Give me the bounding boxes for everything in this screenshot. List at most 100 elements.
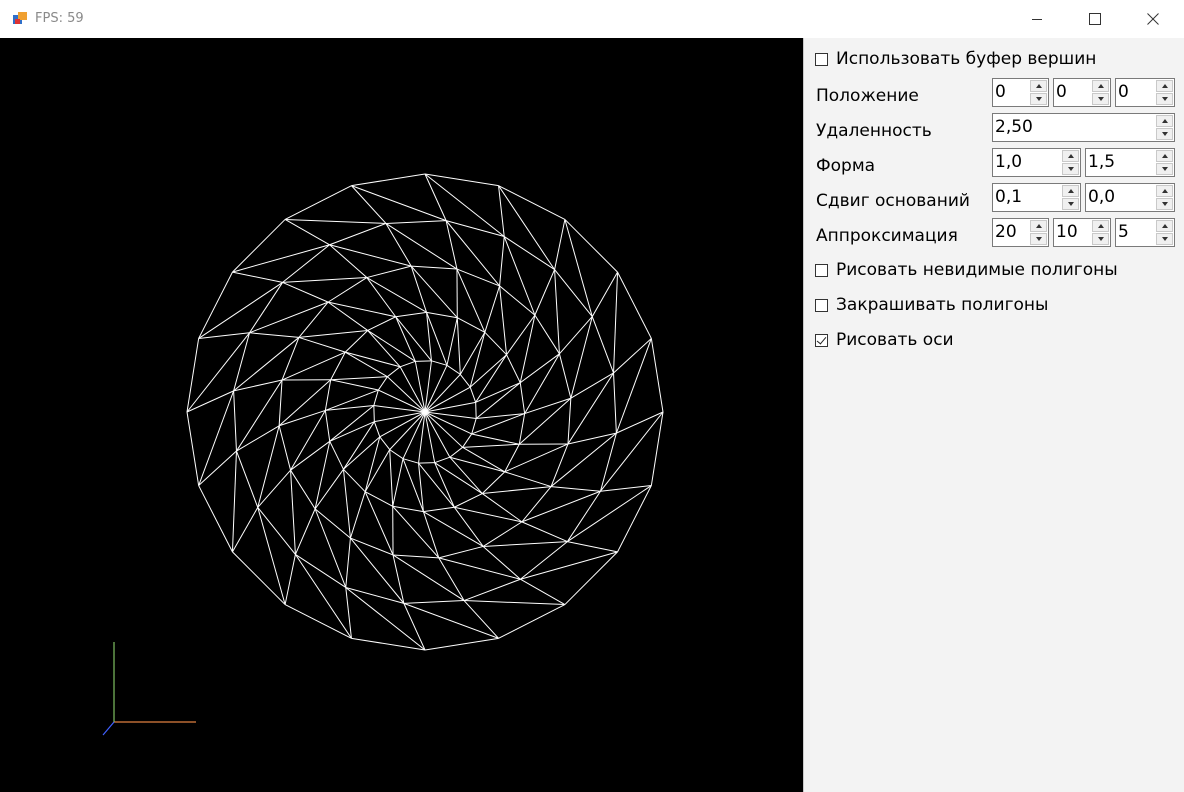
wire-edge [364,491,393,507]
wire-edge [290,470,296,555]
wire-edge [232,271,283,283]
approximation-b-input[interactable]: 10 [1053,218,1111,247]
draw-hidden-checkbox[interactable]: Рисовать невидимые полигоны [815,260,1118,280]
wire-edge [393,554,439,559]
checkbox-box[interactable] [815,263,828,277]
spin-down-button[interactable] [1062,163,1079,175]
spin-up-button[interactable] [1156,220,1173,232]
base-shift-b-input[interactable]: 0,0 [1085,183,1175,212]
spin-up-button[interactable] [1156,80,1173,92]
wire-edge [462,443,520,448]
checkbox-box[interactable] [815,52,828,66]
wire-edge [329,441,344,470]
wire-edge [389,449,404,460]
minimize-button[interactable] [1008,0,1066,38]
shape-label: Форма [816,156,876,176]
wire-edge [524,353,560,414]
wire-edge [498,185,555,270]
render-viewport[interactable] [0,38,803,792]
position-y-input[interactable]: 0 [1053,78,1111,107]
spin-down-button[interactable] [1156,128,1173,140]
wire-edge [232,507,259,553]
wire-edge [282,277,367,283]
wire-edge [385,220,447,224]
wire-edge [599,432,617,492]
wire-edge [366,277,397,318]
wire-edge [558,353,572,399]
use-vertex-buffer-checkbox[interactable]: Использовать буфер вершин [815,49,1096,69]
spin-up-button[interactable] [1156,185,1173,197]
distance-input[interactable]: 2,50 [992,113,1175,142]
spin-up-button[interactable] [1062,185,1079,197]
spin-down-button[interactable] [1030,93,1047,105]
spin-down-button[interactable] [1062,198,1079,210]
base-shift-a-input[interactable]: 0,1 [992,183,1081,212]
wire-edge [499,236,505,286]
spin-up-button[interactable] [1030,220,1047,232]
spin-down-button[interactable] [1156,233,1173,245]
wire-edge [520,551,618,580]
wire-edge [483,541,568,547]
spin-down-button[interactable] [1156,198,1173,210]
wire-edge [424,411,451,458]
checkbox-box[interactable] [815,333,828,347]
approximation-c-input[interactable]: 5 [1115,218,1175,247]
wire-edge [521,521,568,543]
wire-edge [424,173,499,187]
spin-up-button[interactable] [1156,150,1173,162]
wire-edge [198,282,283,339]
fill-polygons-checkbox[interactable]: Закрашивать полигоны [815,295,1048,315]
base-shift-label: Сдвиг оснований [816,191,970,211]
close-button[interactable] [1124,0,1182,38]
wire-edge [387,366,401,378]
wire-edge [377,376,388,391]
position-x-input[interactable]: 0 [992,78,1049,107]
wire-edge [423,506,455,513]
spin-down-button[interactable] [1092,93,1109,105]
spin-value: 0 [995,82,1006,102]
checkbox-box[interactable] [815,298,828,312]
wire-edge [231,451,237,552]
spin-up-button[interactable] [1062,150,1079,162]
shape-b-input[interactable]: 1,5 [1085,148,1175,177]
position-z-input[interactable]: 0 [1115,78,1175,107]
wire-edge [481,471,506,494]
spin-up-button[interactable] [1092,220,1109,232]
wire-edge [329,222,387,246]
spin-down-button[interactable] [1030,233,1047,245]
spin-value: 1,0 [995,152,1023,172]
wire-edge [399,360,416,368]
checkbox-label: Рисовать оси [836,330,954,350]
wire-edge [445,220,505,238]
wire-edge [459,374,471,388]
draw-axes-checkbox[interactable]: Рисовать оси [815,330,954,350]
wire-edge [503,236,555,271]
wire-edge [366,265,412,279]
spin-up-button[interactable] [1092,80,1109,92]
wire-edge [615,338,652,434]
maximize-button[interactable] [1066,0,1124,38]
wire-edge [399,366,426,413]
spin-up-button[interactable] [1030,80,1047,92]
wire-edge [324,410,331,442]
wire-edge [462,433,473,448]
wire-edge [345,351,401,368]
spin-down-button[interactable] [1092,233,1109,245]
wire-edge [499,285,508,355]
spin-down-button[interactable] [1156,93,1173,105]
spin-up-button[interactable] [1156,115,1173,127]
spin-down-button[interactable] [1156,163,1173,175]
wire-edge [520,541,568,580]
wire-edge [463,578,521,602]
wire-edge [424,386,471,413]
wire-edge [471,418,477,435]
wire-edge [345,586,405,604]
title-bar: FPS: 59 [0,0,1184,38]
wire-edge [186,411,200,486]
approximation-a-input[interactable]: 20 [992,218,1049,247]
wire-edge [519,382,526,414]
axis-z [102,721,115,736]
wire-edge [198,390,235,486]
spin-value: 2,50 [995,117,1033,137]
shape-a-input[interactable]: 1,0 [992,148,1081,177]
